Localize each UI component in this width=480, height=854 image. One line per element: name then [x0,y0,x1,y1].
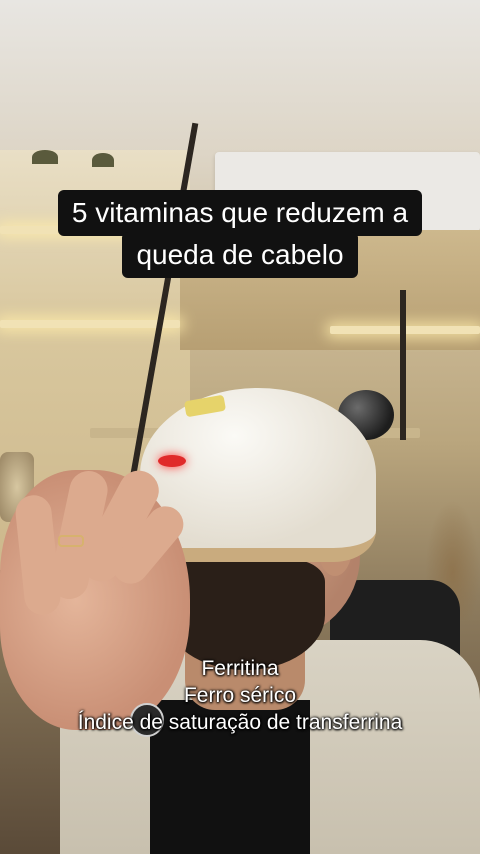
caption-line-3: Índice de saturação de transferrina [77,711,403,734]
ring [58,535,84,547]
caption-line-2: Ferro sérico [183,684,297,707]
headline-line-2: queda de cabelo [122,232,358,278]
shelf-pole [400,290,406,440]
subtitle-caption: Ferritina Ferro sérico Índice de saturaç… [0,655,480,736]
headline-line-1: 5 vitaminas que reduzem a [57,190,423,236]
plant-decoration [32,150,58,164]
lit-shelf [0,320,180,328]
caption-line-1: Ferritina [201,657,279,680]
red-led-light [158,455,186,467]
video-frame: 5 vitaminas que reduzem a queda de cabel… [0,0,480,854]
headline-overlay: 5 vitaminas que reduzem a queda de cabel… [0,190,480,278]
plant-decoration [92,153,114,167]
